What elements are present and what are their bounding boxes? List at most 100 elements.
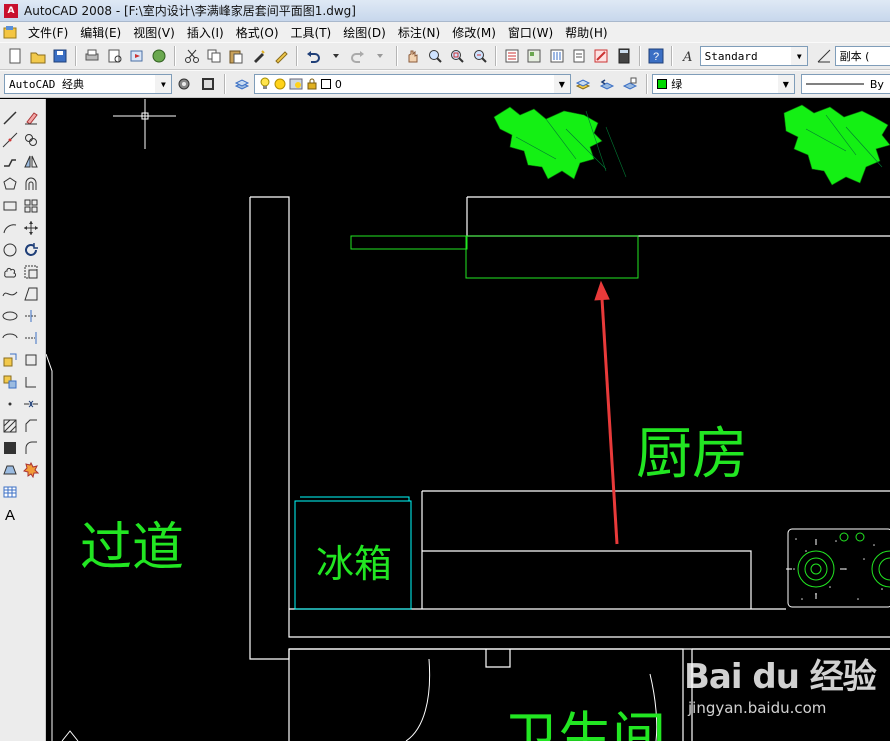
open-file-icon[interactable] bbox=[28, 46, 46, 66]
dim-style-icon[interactable] bbox=[814, 46, 832, 66]
redo-dropdown-icon[interactable] bbox=[371, 46, 389, 66]
rotate-icon[interactable] bbox=[21, 239, 41, 261]
menu-insert[interactable]: 插入(I) bbox=[181, 24, 230, 41]
fillet-icon[interactable] bbox=[21, 437, 41, 459]
menu-window[interactable]: 窗口(W) bbox=[502, 24, 559, 41]
save-icon[interactable] bbox=[51, 46, 69, 66]
polyline-icon[interactable] bbox=[0, 151, 20, 173]
design-center-icon[interactable] bbox=[525, 46, 543, 66]
trim-icon[interactable] bbox=[21, 305, 41, 327]
point-icon[interactable] bbox=[0, 393, 20, 415]
break-at-point-icon[interactable] bbox=[21, 349, 41, 371]
layer-properties-icon[interactable] bbox=[232, 74, 252, 94]
explode-icon[interactable] bbox=[21, 459, 41, 481]
my-workspace-icon[interactable] bbox=[198, 74, 218, 94]
line-icon[interactable] bbox=[0, 107, 20, 129]
block-editor-icon[interactable] bbox=[272, 46, 290, 66]
erase-icon[interactable] bbox=[21, 107, 41, 129]
break-icon[interactable] bbox=[21, 371, 41, 393]
text-style-icon[interactable]: A bbox=[679, 46, 697, 66]
mirror-icon[interactable] bbox=[21, 151, 41, 173]
circle-icon[interactable] bbox=[0, 239, 20, 261]
menu-modify[interactable]: 修改(M) bbox=[446, 24, 502, 41]
array-icon[interactable] bbox=[21, 195, 41, 217]
help-icon[interactable]: ? bbox=[647, 46, 665, 66]
undo-dropdown-icon[interactable] bbox=[326, 46, 344, 66]
redo-icon[interactable] bbox=[349, 46, 367, 66]
markup-set-manager-icon[interactable] bbox=[592, 46, 610, 66]
zoom-realtime-icon[interactable] bbox=[426, 46, 444, 66]
annotation-arrow bbox=[594, 280, 619, 545]
publish-icon[interactable] bbox=[128, 46, 146, 66]
menu-draw[interactable]: 绘图(D) bbox=[337, 24, 392, 41]
layer-states-icon[interactable] bbox=[620, 74, 640, 94]
layer-previous-icon[interactable] bbox=[597, 74, 617, 94]
menu-help[interactable]: 帮助(H) bbox=[559, 24, 613, 41]
ellipse-icon[interactable] bbox=[0, 305, 20, 327]
zoom-previous-icon[interactable] bbox=[471, 46, 489, 66]
extend-icon[interactable] bbox=[21, 327, 41, 349]
table-icon[interactable] bbox=[0, 481, 20, 503]
workspace-settings-icon[interactable] bbox=[174, 74, 194, 94]
stretch-icon[interactable] bbox=[21, 283, 41, 305]
sheet-set-manager-icon[interactable] bbox=[570, 46, 588, 66]
multiline-text-icon[interactable]: A bbox=[0, 503, 20, 525]
tool-palettes-icon[interactable] bbox=[548, 46, 566, 66]
workspace-select[interactable]: AutoCAD 经典 ▼ bbox=[4, 74, 173, 94]
menu-edit[interactable]: 编辑(E) bbox=[74, 24, 127, 41]
make-object-layer-current-icon[interactable] bbox=[573, 74, 593, 94]
chevron-down-icon[interactable]: ▼ bbox=[155, 75, 172, 93]
move-icon[interactable] bbox=[21, 217, 41, 239]
range-hood-outline bbox=[350, 235, 639, 279]
chevron-down-icon[interactable]: ▼ bbox=[553, 75, 570, 93]
menu-format[interactable]: 格式(O) bbox=[230, 24, 285, 41]
print-icon[interactable] bbox=[83, 46, 101, 66]
make-block-icon[interactable] bbox=[0, 371, 20, 393]
region-icon[interactable] bbox=[0, 459, 20, 481]
scale-icon[interactable] bbox=[21, 261, 41, 283]
copy-icon[interactable] bbox=[205, 46, 223, 66]
color-select[interactable]: 绿 ▼ bbox=[652, 74, 795, 94]
hatch-icon[interactable] bbox=[0, 415, 20, 437]
new-file-icon[interactable] bbox=[6, 46, 24, 66]
gradient-icon[interactable] bbox=[0, 437, 20, 459]
zoom-window-icon[interactable] bbox=[448, 46, 466, 66]
undo-icon[interactable] bbox=[304, 46, 322, 66]
join-icon[interactable] bbox=[21, 393, 41, 415]
polygon-icon[interactable] bbox=[0, 173, 20, 195]
revision-cloud-icon[interactable] bbox=[0, 261, 20, 283]
menu-tools[interactable]: 工具(T) bbox=[285, 24, 338, 41]
chevron-down-icon[interactable]: ▼ bbox=[791, 47, 808, 65]
match-properties-icon[interactable] bbox=[249, 46, 267, 66]
document-icon[interactable] bbox=[2, 24, 18, 40]
insert-block-icon[interactable] bbox=[0, 349, 20, 371]
print-preview-icon[interactable] bbox=[105, 46, 123, 66]
offset-icon[interactable] bbox=[21, 173, 41, 195]
dim-style-select[interactable]: 副本 ( bbox=[834, 46, 890, 66]
rectangle-icon[interactable] bbox=[0, 195, 20, 217]
menu-dimension[interactable]: 标注(N) bbox=[392, 24, 446, 41]
autocad-app-icon[interactable]: A bbox=[4, 3, 18, 18]
menu-view[interactable]: 视图(V) bbox=[127, 24, 181, 41]
copy-object-icon[interactable] bbox=[21, 129, 41, 151]
3d-dwf-icon[interactable] bbox=[150, 46, 168, 66]
text-style-select[interactable]: Standard ▼ bbox=[699, 46, 809, 66]
draw-toolbar: A bbox=[0, 107, 22, 525]
cut-icon[interactable] bbox=[182, 46, 200, 66]
layers-toolbar: AutoCAD 经典 ▼ 0 ▼ 绿 ▼ By bbox=[0, 70, 890, 98]
linetype-select[interactable]: By bbox=[800, 74, 890, 94]
draw-modify-toolbars: A bbox=[0, 99, 46, 741]
chevron-down-icon[interactable]: ▼ bbox=[777, 75, 794, 93]
svg-text:A: A bbox=[5, 507, 15, 522]
ellipse-arc-icon[interactable] bbox=[0, 327, 20, 349]
menu-file[interactable]: 文件(F) bbox=[22, 24, 74, 41]
spline-icon[interactable] bbox=[0, 283, 20, 305]
paste-icon[interactable] bbox=[227, 46, 245, 66]
properties-icon[interactable] bbox=[503, 46, 521, 66]
arc-icon[interactable] bbox=[0, 217, 20, 239]
layer-select[interactable]: 0 ▼ bbox=[253, 74, 571, 94]
construction-line-icon[interactable] bbox=[0, 129, 20, 151]
chamfer-icon[interactable] bbox=[21, 415, 41, 437]
quickcalc-icon[interactable] bbox=[615, 46, 633, 66]
pan-realtime-icon[interactable] bbox=[404, 46, 422, 66]
